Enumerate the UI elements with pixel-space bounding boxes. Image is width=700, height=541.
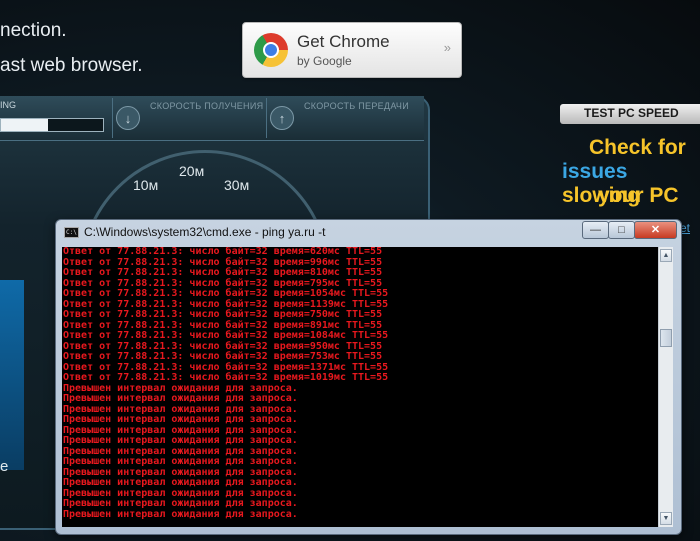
promo-accent-text: issues <box>562 160 628 183</box>
maximize-button[interactable]: □ <box>608 221 635 239</box>
gauge-tick-label: 10м <box>133 177 159 193</box>
ping-progress-bar <box>0 118 104 132</box>
promo-line-1: Check for <box>589 136 686 159</box>
vertical-scrollbar[interactable]: ▲ ▼ <box>658 247 673 527</box>
chrome-ad-title: Get Chrome <box>297 32 390 51</box>
header-divider <box>112 98 113 138</box>
gauge-tick-label: 30м <box>224 177 250 193</box>
console-line: Ответ от 77.88.21.3: число байт=32 время… <box>63 372 389 383</box>
console-line: Ответ от 77.88.21.3: число байт=32 время… <box>63 309 383 320</box>
gauge-tick-label: 20м <box>179 163 205 179</box>
speed-readout: e <box>0 458 9 475</box>
upload-speed-label: СКОРОСТЬ ПЕРЕДАЧИ <box>304 101 409 111</box>
tagline-line-2: ast web browser. <box>0 55 143 76</box>
console-line: Превышен интервал ожидания для запроса. <box>63 435 298 446</box>
download-speed-label: СКОРОСТЬ ПОЛУЧЕНИЯ <box>150 101 264 111</box>
test-pc-speed-label: TEST PC SPEED <box>584 106 679 120</box>
cmd-app-icon: C:\ <box>64 227 79 238</box>
ping-progress-fill <box>1 119 48 131</box>
promo-line-3: your PC <box>598 184 679 207</box>
console-line: Ответ от 77.88.21.3: число байт=32 время… <box>63 267 383 278</box>
upload-arrow-icon: ↑ <box>270 106 294 130</box>
cmd-window[interactable]: C:\ C:\Windows\system32\cmd.exe - ping y… <box>55 219 682 535</box>
scroll-down-arrow-icon[interactable]: ▼ <box>660 512 672 525</box>
console-line: Ответ от 77.88.21.3: число байт=32 время… <box>63 330 389 341</box>
scrollbar-thumb[interactable] <box>660 329 672 347</box>
console-line: Превышен интервал ожидания для запроса. <box>63 477 298 488</box>
console-output[interactable]: Ответ от 77.88.21.3: число байт=32 время… <box>62 247 658 527</box>
console-line: Ответ от 77.88.21.3: число байт=32 время… <box>63 247 383 257</box>
close-button[interactable]: ✕ <box>634 221 677 239</box>
side-glow-decoration <box>0 280 24 470</box>
chrome-logo-icon <box>254 33 288 67</box>
console-line: Превышен интервал ожидания для запроса. <box>63 456 298 467</box>
console-line: Ответ от 77.88.21.3: число байт=32 время… <box>63 288 389 299</box>
download-arrow-icon: ↓ <box>116 106 140 130</box>
console-line: Превышен интервал ожидания для запроса. <box>63 414 298 425</box>
ping-label: ING <box>0 100 17 110</box>
console-line: Превышен интервал ожидания для запроса. <box>63 508 298 520</box>
tagline-line-1: nection. <box>0 20 67 41</box>
console-line: Ответ от 77.88.21.3: число байт=32 время… <box>63 351 383 362</box>
get-chrome-button[interactable]: Get Chrome by Google » <box>242 22 462 78</box>
console-line: Превышен интервал ожидания для запроса. <box>63 393 298 404</box>
chrome-ad-subtitle: by Google <box>297 54 352 68</box>
header-divider <box>266 98 267 138</box>
minimize-button[interactable]: — <box>582 221 609 239</box>
window-title: C:\Windows\system32\cmd.exe - ping ya.ru… <box>84 225 326 239</box>
chevron-right-icon: » <box>443 40 451 55</box>
console-line: Превышен интервал ожидания для запроса. <box>63 498 298 509</box>
scroll-up-arrow-icon[interactable]: ▲ <box>660 249 672 262</box>
